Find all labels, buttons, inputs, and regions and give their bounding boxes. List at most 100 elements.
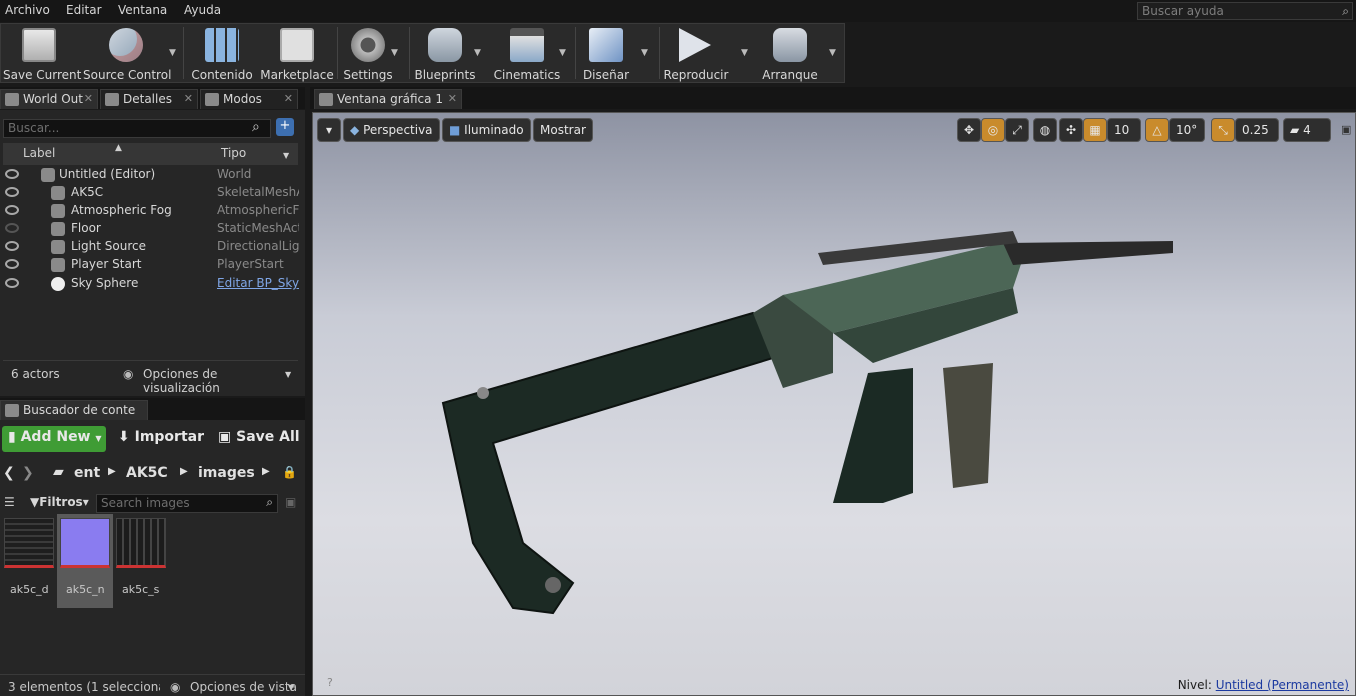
outliner-row[interactable]: Untitled (Editor) World bbox=[3, 166, 298, 184]
path-segment-images[interactable]: images bbox=[198, 465, 255, 481]
close-icon[interactable]: ✕ bbox=[184, 92, 193, 105]
close-icon[interactable]: ✕ bbox=[448, 92, 457, 105]
path-segment-ak5c[interactable]: AK5C bbox=[126, 465, 168, 481]
close-icon[interactable]: ✕ bbox=[84, 92, 93, 105]
scale-icon[interactable]: ⤢ bbox=[1005, 118, 1029, 142]
rotation-snap-icon[interactable]: △ bbox=[1145, 118, 1169, 142]
eye-icon[interactable] bbox=[5, 187, 19, 197]
add-new-button[interactable]: ▮ Add New ▼ bbox=[2, 426, 106, 452]
build-button[interactable]: Diseñar bbox=[579, 24, 633, 82]
view-options-button[interactable]: Opciones de visualización bbox=[143, 367, 298, 395]
play-dropdown-icon[interactable]: ▼ bbox=[741, 48, 748, 58]
view-options-button[interactable]: Opciones de vista bbox=[190, 680, 297, 694]
chevron-down-icon[interactable]: ▼ bbox=[288, 683, 294, 692]
launch-button[interactable]: Arranque bbox=[759, 24, 821, 82]
folder-icon[interactable]: ▰ bbox=[53, 464, 64, 480]
back-arrow-icon[interactable]: ❮ bbox=[3, 465, 15, 481]
rotation-snap-value[interactable]: 10° bbox=[1169, 118, 1205, 142]
help-icon[interactable]: ? bbox=[327, 676, 333, 689]
level-viewport[interactable]: ▾ ◆ Perspectiva ■ Iluminado Mostrar ✥ ◎ … bbox=[312, 112, 1356, 696]
lit-mode-button[interactable]: ■ Iluminado bbox=[442, 118, 531, 142]
maximize-icon[interactable]: ▣ bbox=[1341, 123, 1351, 136]
grid-snap-value[interactable]: 10 bbox=[1107, 118, 1141, 142]
chevron-right-icon[interactable]: ▶ bbox=[108, 466, 116, 477]
eye-icon[interactable] bbox=[5, 223, 19, 233]
eye-icon[interactable] bbox=[5, 169, 19, 179]
settings-button[interactable]: Settings bbox=[341, 24, 395, 82]
magnifier-icon bbox=[105, 93, 119, 106]
outliner-row[interactable]: Atmospheric Fog AtmosphericFog bbox=[3, 202, 299, 220]
settings-dropdown-icon[interactable]: ▼ bbox=[391, 48, 398, 58]
tab-content-browser[interactable]: Buscador de conte bbox=[0, 400, 148, 420]
chevron-down-icon[interactable]: ▼ bbox=[283, 151, 289, 160]
outliner-row[interactable]: Sky Sphere Editar BP_Sky bbox=[3, 275, 299, 293]
asset-search-input[interactable]: Search images ⌕ bbox=[96, 494, 278, 513]
play-icon bbox=[679, 28, 711, 62]
texture-thumbnail-s[interactable] bbox=[116, 518, 166, 568]
menu-archivo[interactable]: Archivo bbox=[5, 3, 50, 17]
outliner-row[interactable]: Player Start PlayerStart bbox=[3, 256, 298, 274]
eye-icon[interactable] bbox=[5, 205, 19, 215]
menu-editar[interactable]: Editar bbox=[66, 3, 102, 17]
list-icon bbox=[5, 93, 19, 106]
scale-snap-value[interactable]: 0.25 bbox=[1235, 118, 1279, 142]
translate-icon[interactable]: ✥ bbox=[957, 118, 981, 142]
tab-viewport-1[interactable]: Ventana gráfica 1 ✕ bbox=[314, 89, 462, 109]
cinematics-dropdown-icon[interactable]: ▼ bbox=[559, 48, 566, 58]
blueprints-button[interactable]: Blueprints bbox=[413, 24, 477, 82]
show-button[interactable]: Mostrar bbox=[533, 118, 593, 142]
launch-dropdown-icon[interactable]: ▼ bbox=[829, 48, 836, 58]
filters-button[interactable]: ▼Filtros▾ bbox=[30, 495, 89, 509]
add-folder-button[interactable]: + bbox=[276, 118, 294, 136]
texture-thumbnail-d[interactable] bbox=[4, 518, 54, 568]
forward-arrow-icon[interactable]: ❯ bbox=[22, 465, 34, 481]
content-button[interactable]: Contenido bbox=[189, 24, 255, 82]
cinematics-button[interactable]: Cinematics bbox=[493, 24, 561, 82]
chevron-down-icon[interactable]: ▼ bbox=[285, 370, 291, 379]
asset-label: ak5c_d bbox=[10, 583, 49, 596]
world-space-icon[interactable]: ◍ bbox=[1033, 118, 1057, 142]
camera-speed-button[interactable]: ▰ 4 bbox=[1283, 118, 1331, 142]
eye-icon[interactable] bbox=[5, 241, 19, 251]
source-control-dropdown-icon[interactable]: ▼ bbox=[169, 48, 176, 58]
marketplace-button[interactable]: Marketplace bbox=[259, 24, 335, 82]
outliner-row[interactable]: Light Source DirectionalLight bbox=[3, 238, 299, 256]
blueprints-dropdown-icon[interactable]: ▼ bbox=[474, 48, 481, 58]
save-search-icon[interactable]: ▣ bbox=[285, 495, 296, 509]
perspective-button[interactable]: ◆ Perspectiva bbox=[343, 118, 440, 142]
menu-ventana[interactable]: Ventana bbox=[118, 3, 167, 17]
tab-details[interactable]: Detalles ✕ bbox=[100, 89, 198, 109]
tree-toggle-icon[interactable]: ☰ bbox=[4, 495, 15, 509]
import-button[interactable]: ⬇ Importar bbox=[118, 429, 204, 445]
outliner-search-input[interactable]: Buscar... bbox=[3, 119, 271, 138]
search-icon: ⌕ bbox=[1342, 4, 1349, 18]
play-button[interactable]: Reproducir bbox=[663, 24, 729, 82]
close-icon[interactable]: ✕ bbox=[284, 92, 293, 105]
chevron-right-icon[interactable]: ▶ bbox=[262, 466, 270, 477]
save-all-button[interactable]: ▣ Save All bbox=[218, 429, 300, 445]
lock-icon[interactable]: 🔒 bbox=[282, 465, 297, 479]
rotate-icon[interactable]: ◎ bbox=[981, 118, 1005, 142]
viewport-options-button[interactable]: ▾ bbox=[317, 118, 341, 142]
save-current-button[interactable]: Save Current bbox=[3, 24, 81, 82]
scale-snap-icon[interactable]: ⤡ bbox=[1211, 118, 1235, 142]
menu-ayuda[interactable]: Ayuda bbox=[184, 3, 221, 17]
column-type[interactable]: Tipo bbox=[221, 146, 246, 160]
source-control-button[interactable]: Source Control bbox=[83, 24, 171, 82]
surface-snap-icon[interactable]: ✣ bbox=[1059, 118, 1083, 142]
path-segment-content[interactable]: ent bbox=[74, 465, 100, 481]
build-dropdown-icon[interactable]: ▼ bbox=[641, 48, 648, 58]
help-search-input[interactable]: Buscar ayuda ⌕ bbox=[1137, 2, 1353, 20]
tab-modes[interactable]: Modos ✕ bbox=[200, 89, 298, 109]
grid-snap-icon[interactable]: ▦ bbox=[1083, 118, 1107, 142]
outliner-row[interactable]: Floor StaticMeshActor bbox=[3, 220, 299, 238]
texture-thumbnail-n[interactable] bbox=[60, 518, 110, 568]
chevron-right-icon[interactable]: ▶ bbox=[180, 466, 188, 477]
eye-icon[interactable] bbox=[5, 278, 19, 288]
column-label[interactable]: Label bbox=[23, 146, 55, 160]
outliner-row[interactable]: AK5C SkeletalMeshActor bbox=[3, 184, 299, 202]
path-bar: ❮ ❯ ▰ ent ▶ AK5C ▶ images ▶ 🔒 bbox=[0, 460, 305, 488]
tab-world-outliner[interactable]: World Out ✕ bbox=[0, 89, 98, 109]
eye-icon[interactable] bbox=[5, 259, 19, 269]
edit-blueprint-link[interactable]: Editar BP_Sky bbox=[217, 276, 299, 290]
